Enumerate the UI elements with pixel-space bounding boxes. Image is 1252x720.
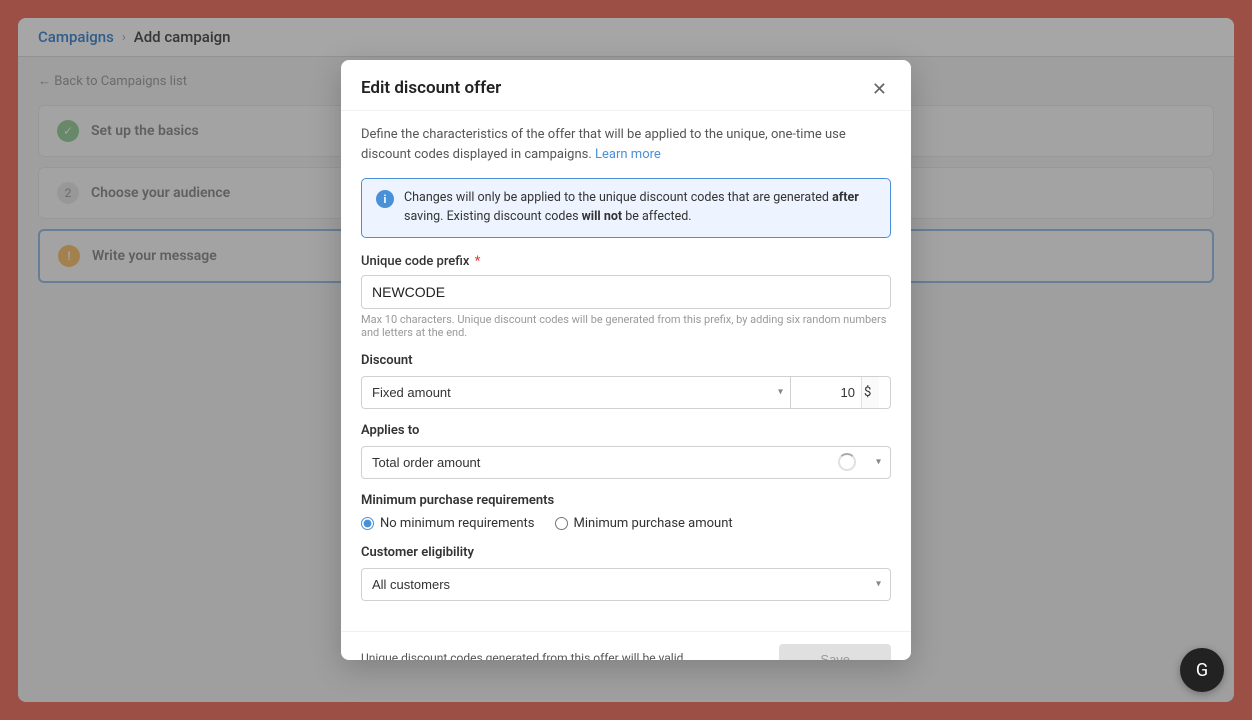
- amount-input[interactable]: [791, 377, 861, 408]
- modal-title: Edit discount offer: [361, 78, 501, 98]
- prefix-hint: Max 10 characters. Unique discount codes…: [361, 313, 891, 339]
- modal-footer: Unique discount codes generated from thi…: [341, 631, 911, 661]
- prefix-input[interactable]: [361, 275, 891, 309]
- discount-type-wrap: Fixed amount Percentage ▾: [361, 376, 791, 409]
- modal-body: Define the characteristics of the offer …: [341, 111, 911, 631]
- modal-header: Edit discount offer ✕: [341, 60, 911, 111]
- applies-to-wrap: Total order amount Specific products Spe…: [361, 446, 891, 479]
- footer-note: Unique discount codes generated from thi…: [361, 650, 701, 660]
- modal-overlay: Edit discount offer ✕ Define the charact…: [0, 0, 1252, 720]
- learn-more-link[interactable]: Learn more: [595, 147, 661, 162]
- min-amount-label: Minimum purchase amount: [574, 516, 733, 531]
- edit-discount-modal: Edit discount offer ✕ Define the charact…: [341, 60, 911, 660]
- min-amount-option[interactable]: Minimum purchase amount: [555, 516, 733, 531]
- discount-row: Fixed amount Percentage ▾ $: [361, 376, 891, 409]
- applies-to-label: Applies to: [361, 423, 891, 438]
- discount-label: Discount: [361, 353, 891, 368]
- min-purchase-radio-group: No minimum requirements Minimum purchase…: [361, 516, 891, 531]
- amount-input-wrap: $: [791, 376, 891, 409]
- no-minimum-radio[interactable]: [361, 517, 374, 530]
- info-banner: i Changes will only be applied to the un…: [361, 178, 891, 238]
- customer-eligibility-select[interactable]: All customers Specific customer segments…: [361, 568, 891, 601]
- discount-type-select[interactable]: Fixed amount Percentage: [361, 376, 791, 409]
- customer-eligibility-label: Customer eligibility: [361, 545, 891, 560]
- applies-to-select[interactable]: Total order amount Specific products Spe…: [361, 446, 891, 479]
- app-background: Campaigns › Add campaign ← Back to Campa…: [0, 0, 1252, 720]
- modal-description: Define the characteristics of the offer …: [361, 125, 891, 164]
- chat-button[interactable]: G: [1180, 648, 1224, 692]
- save-changes-button[interactable]: Save Changes: [779, 644, 891, 661]
- info-icon: i: [376, 190, 394, 208]
- loading-spinner-icon: [838, 453, 856, 471]
- modal-close-button[interactable]: ✕: [868, 78, 891, 100]
- chat-icon: G: [1196, 660, 1208, 681]
- no-minimum-option[interactable]: No minimum requirements: [361, 516, 535, 531]
- customer-eligibility-wrap: All customers Specific customer segments…: [361, 568, 891, 601]
- cancel-button[interactable]: Cancel: [701, 651, 769, 660]
- info-banner-text: Changes will only be applied to the uniq…: [404, 189, 876, 227]
- no-minimum-label: No minimum requirements: [380, 516, 535, 531]
- amount-unit: $: [861, 377, 879, 408]
- min-amount-radio[interactable]: [555, 517, 568, 530]
- min-purchase-label: Minimum purchase requirements: [361, 493, 891, 508]
- prefix-label: Unique code prefix *: [361, 254, 891, 269]
- required-marker: *: [471, 254, 480, 269]
- footer-actions: Cancel Save Changes: [701, 644, 891, 661]
